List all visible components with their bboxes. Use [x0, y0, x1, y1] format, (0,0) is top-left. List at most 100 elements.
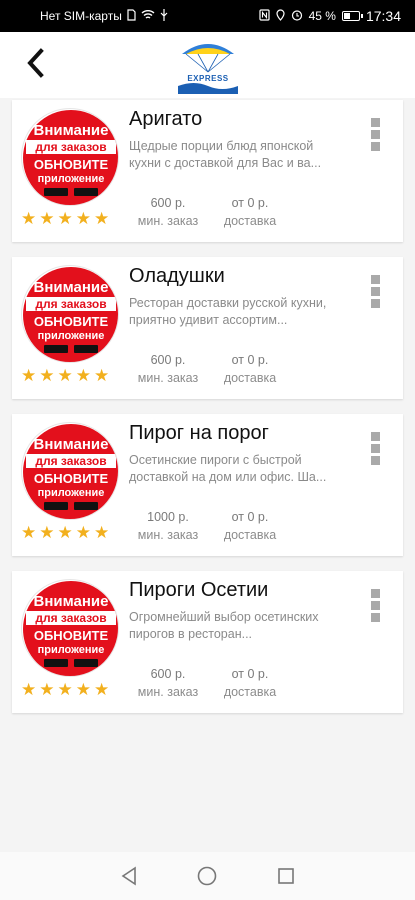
delivery-value: от 0 р.: [231, 667, 269, 681]
svg-text:ОБНОВИТЕ: ОБНОВИТЕ: [34, 157, 109, 172]
chevron-left-icon: [27, 48, 44, 78]
battery-icon: [341, 11, 363, 21]
star-icon: ★: [75, 366, 91, 385]
delivery-label: доставка: [223, 214, 277, 228]
svg-text:Внимание: Внимание: [34, 279, 109, 296]
star-icon: ★: [39, 523, 55, 542]
restaurant-card[interactable]: Внимание для заказов ОБНОВИТЕ приложение…: [12, 414, 403, 556]
battery-fill: [343, 13, 350, 19]
nfc-icon: [258, 8, 270, 24]
min-order-label: мин. заказ: [137, 371, 199, 385]
svg-text:для заказов: для заказов: [35, 297, 106, 311]
update-banner-image: Внимание для заказов ОБНОВИТЕ приложение: [23, 110, 118, 205]
restaurant-description: Осетинские пироги с быстрой доставкой на…: [129, 453, 327, 484]
restaurant-card[interactable]: Внимание для заказов ОБНОВИТЕ приложение…: [12, 571, 403, 713]
min-order-label: мин. заказ: [137, 685, 199, 699]
svg-text:для заказов: для заказов: [35, 140, 106, 154]
svg-text:Внимание: Внимание: [34, 122, 109, 139]
restaurant-image: Внимание для заказов ОБНОВИТЕ приложение: [21, 265, 119, 363]
min-order-label: мин. заказ: [137, 214, 199, 228]
alarm-icon: [291, 9, 303, 24]
delivery: от 0 р. доставка: [212, 353, 288, 385]
restaurant-card[interactable]: Внимание для заказов ОБНОВИТЕ приложение…: [12, 100, 403, 242]
star-icon: ★: [21, 523, 37, 542]
delivery-value: от 0 р.: [231, 196, 269, 210]
star-icon: ★: [39, 209, 55, 228]
rating-stars: ★ ★ ★ ★ ★: [21, 524, 109, 541]
min-order-value: 600 р.: [150, 196, 186, 210]
usb-icon: [160, 8, 168, 24]
square-recents-icon: [278, 868, 294, 884]
min-order-value: 600 р.: [150, 353, 186, 367]
restaurant-card[interactable]: Внимание для заказов ОБНОВИТЕ приложение…: [12, 257, 403, 399]
svg-text:Внимание: Внимание: [34, 593, 109, 610]
delivery: от 0 р. доставка: [212, 510, 288, 542]
delivery: от 0 р. доставка: [212, 667, 288, 699]
logo-text: EXPRESS: [187, 74, 229, 83]
carrier-text: Нет SIM-карты: [40, 9, 122, 23]
delivery-label: доставка: [223, 685, 277, 699]
svg-text:приложение: приложение: [38, 330, 105, 342]
star-icon: ★: [57, 680, 73, 699]
star-icon: ★: [94, 523, 110, 542]
more-menu-icon[interactable]: [371, 275, 381, 308]
restaurant-name: Аригато: [129, 108, 203, 130]
min-order: 600 р. мин. заказ: [130, 667, 206, 699]
min-order-value: 1000 р.: [147, 510, 189, 524]
star-icon: ★: [57, 209, 73, 228]
min-order-label: мин. заказ: [137, 528, 199, 542]
delivery-value: от 0 р.: [231, 353, 269, 367]
restaurant-image: Внимание для заказов ОБНОВИТЕ приложение: [21, 108, 119, 206]
nav-recents-button[interactable]: [271, 861, 301, 891]
back-button[interactable]: [18, 46, 52, 80]
restaurant-image: Внимание для заказов ОБНОВИТЕ приложение: [21, 579, 119, 677]
min-order: 600 р. мин. заказ: [130, 353, 206, 385]
restaurant-name: Оладушки: [129, 265, 225, 287]
clock: 17:34: [365, 8, 401, 24]
star-icon: ★: [57, 523, 73, 542]
min-order-value: 600 р.: [150, 667, 186, 681]
restaurant-description: Огромнейший выбор осетинских пирогов в р…: [129, 610, 319, 641]
app-logo: EXPRESS: [176, 38, 240, 94]
delivery-label: доставка: [223, 371, 277, 385]
star-icon: ★: [94, 209, 110, 228]
status-right: 45 % 17:34: [258, 8, 401, 24]
nav-back-button[interactable]: [114, 861, 144, 891]
svg-text:приложение: приложение: [38, 173, 105, 185]
svg-text:для заказов: для заказов: [35, 454, 106, 468]
min-order: 600 р. мин. заказ: [130, 196, 206, 228]
nav-home-button[interactable]: [192, 861, 222, 891]
update-banner-image: Внимание для заказов ОБНОВИТЕ приложение: [23, 267, 118, 362]
svg-text:ОБНОВИТЕ: ОБНОВИТЕ: [34, 314, 109, 329]
update-banner-image: Внимание для заказов ОБНОВИТЕ приложение: [23, 581, 118, 676]
delivery: от 0 р. доставка: [212, 196, 288, 228]
circle-home-icon: [198, 866, 217, 886]
more-menu-icon[interactable]: [371, 589, 381, 622]
app-header: EXPRESS: [0, 32, 415, 98]
star-icon: ★: [75, 209, 91, 228]
star-icon: ★: [75, 523, 91, 542]
triangle-back-icon: [121, 866, 136, 886]
more-menu-icon[interactable]: [371, 118, 381, 151]
star-icon: ★: [94, 366, 110, 385]
more-menu-icon[interactable]: [371, 432, 381, 465]
rating-stars: ★ ★ ★ ★ ★: [21, 210, 109, 227]
min-order: 1000 р. мин. заказ: [130, 510, 206, 542]
svg-text:Внимание: Внимание: [34, 436, 109, 453]
star-icon: ★: [39, 680, 55, 699]
status-bar: Нет SIM-карты 45 % 17:34: [0, 0, 415, 32]
svg-text:приложение: приложение: [38, 644, 105, 656]
rating-stars: ★ ★ ★ ★ ★: [21, 681, 109, 698]
delivery-label: доставка: [223, 528, 277, 542]
restaurant-description: Ресторан доставки русской кухни, приятно…: [129, 296, 327, 327]
location-icon: [275, 8, 285, 24]
parachute-logo-icon: [178, 44, 238, 94]
rating-stars: ★ ★ ★ ★ ★: [21, 367, 109, 384]
star-icon: ★: [21, 209, 37, 228]
star-icon: ★: [94, 680, 110, 699]
wifi-icon: [141, 9, 155, 23]
star-icon: ★: [75, 680, 91, 699]
delivery-value: от 0 р.: [231, 510, 269, 524]
battery-percent: 45 %: [308, 9, 336, 23]
update-banner-image: Внимание для заказов ОБНОВИТЕ приложение: [23, 424, 118, 519]
